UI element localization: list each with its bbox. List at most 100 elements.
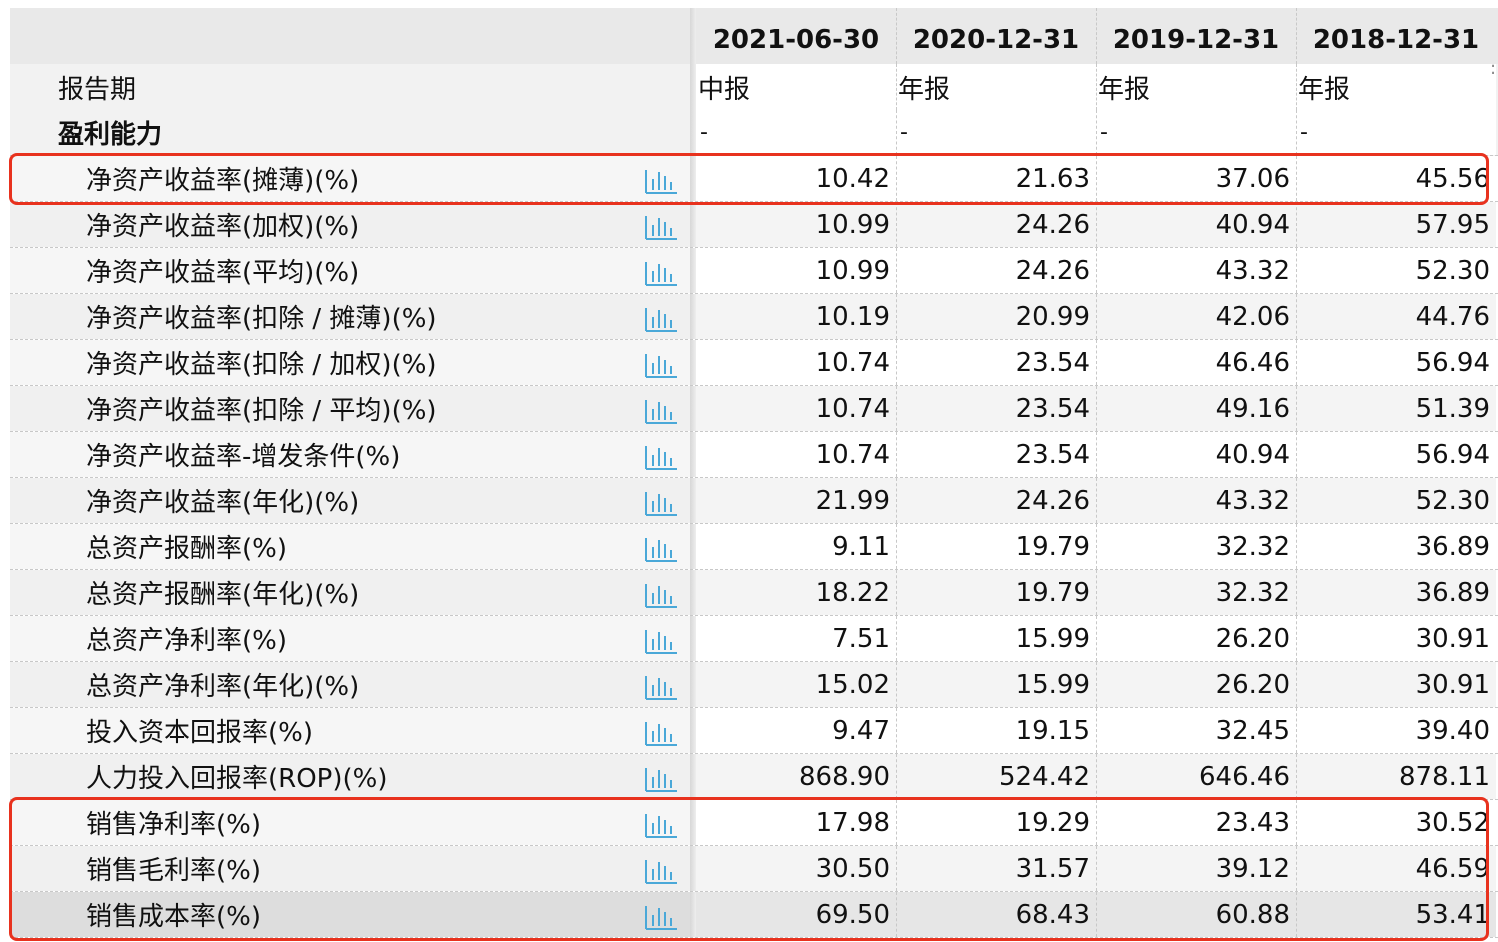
row-label-cell: 总资产净利率(年化)(%): [10, 662, 690, 707]
bar-chart-icon[interactable]: [644, 259, 678, 287]
bar-chart-icon[interactable]: [644, 167, 678, 195]
value-cell: 10.19: [696, 294, 896, 339]
table-row[interactable]: 总资产净利率(年化)(%) 15.02 15.99 26.20 30.91: [10, 662, 1498, 708]
value-cell: 30.91: [1296, 616, 1496, 661]
value-cell: 646.46: [1096, 754, 1296, 799]
table-row[interactable]: 净资产收益率(扣除 / 摊薄)(%) 10.19 20.99 42.06 44.76: [10, 294, 1498, 340]
value-cell: 23.54: [896, 386, 1096, 431]
column-header-date[interactable]: 2018-12-31: [1296, 8, 1496, 64]
value-cell: 43.32: [1096, 478, 1296, 523]
value-cell: 24.26: [896, 478, 1096, 523]
value-cell: 19.79: [896, 570, 1096, 615]
bar-chart-icon[interactable]: [644, 765, 678, 793]
value-cell: 52.30: [1296, 478, 1496, 523]
table-row[interactable]: 销售毛利率(%) 30.50 31.57 39.12 46.59: [10, 846, 1498, 892]
row-label-cell: 净资产收益率(扣除 / 加权)(%): [10, 340, 690, 385]
report-period-label: 报告期: [58, 74, 137, 105]
table-row[interactable]: 投入资本回报率(%) 9.47 19.15 32.45 39.40: [10, 708, 1498, 754]
value-cell: 24.26: [896, 202, 1096, 247]
row-label-cell: 总资产报酬率(年化)(%): [10, 570, 690, 615]
value-cell: 42.06: [1096, 294, 1296, 339]
row-label: 净资产收益率-增发条件(%): [86, 442, 401, 472]
value-cell: 53.41: [1296, 892, 1496, 937]
value-cell: 23.54: [896, 340, 1096, 385]
row-label-cell: 净资产收益率(年化)(%): [10, 478, 690, 523]
bar-chart-icon[interactable]: [644, 627, 678, 655]
table-row[interactable]: 销售净利率(%) 17.98 19.29 23.43 30.52: [10, 800, 1498, 846]
value-cell: 60.88: [1096, 892, 1296, 937]
bar-chart-icon[interactable]: [644, 811, 678, 839]
value-cell: 10.99: [696, 202, 896, 247]
table-row[interactable]: 总资产净利率(%) 7.51 15.99 26.20 30.91: [10, 616, 1498, 662]
bar-chart-icon[interactable]: [644, 213, 678, 241]
value-cell: 868.90: [696, 754, 896, 799]
bar-chart-icon[interactable]: [644, 581, 678, 609]
value-cell: 524.42: [896, 754, 1096, 799]
table-row[interactable]: 净资产收益率(摊薄)(%) 10.42 21.63 37.06 45.56: [10, 156, 1498, 202]
value-cell: 23.54: [896, 432, 1096, 477]
bar-chart-icon[interactable]: [644, 673, 678, 701]
row-label: 净资产收益率(年化)(%): [86, 488, 360, 518]
row-label: 净资产收益率(加权)(%): [86, 212, 360, 242]
value-cell: 19.29: [896, 800, 1096, 845]
column-header-date[interactable]: 2020-12-31: [896, 8, 1096, 64]
row-label-cell: 总资产净利率(%): [10, 616, 690, 661]
row-label-cell: 销售成本率(%): [10, 892, 690, 937]
report-period-type: 年报: [896, 64, 1096, 110]
bar-chart-icon[interactable]: [644, 903, 678, 931]
table-row[interactable]: 净资产收益率-增发条件(%) 10.74 23.54 40.94 56.94: [10, 432, 1498, 478]
row-label: 净资产收益率(扣除 / 摊薄)(%): [86, 304, 437, 334]
value-cell: 15.02: [696, 662, 896, 707]
bar-chart-icon[interactable]: [644, 489, 678, 517]
bar-chart-icon[interactable]: [644, 397, 678, 425]
value-cell: 30.50: [696, 846, 896, 891]
table-row[interactable]: 总资产报酬率(%) 9.11 19.79 32.32 36.89: [10, 524, 1498, 570]
row-label-cell: 净资产收益率(加权)(%): [10, 202, 690, 247]
table-row[interactable]: 净资产收益率(年化)(%) 21.99 24.26 43.32 52.30: [10, 478, 1498, 524]
section-placeholder: -: [1096, 110, 1296, 155]
value-cell: 18.22: [696, 570, 896, 615]
column-header-date[interactable]: 2021-06-30: [696, 8, 896, 64]
row-label-cell: 净资产收益率(摊薄)(%): [10, 156, 690, 201]
table-row[interactable]: 净资产收益率(加权)(%) 10.99 24.26 40.94 57.95: [10, 202, 1498, 248]
value-cell: 56.94: [1296, 340, 1496, 385]
table-row[interactable]: 净资产收益率(扣除 / 平均)(%) 10.74 23.54 49.16 51.39: [10, 386, 1498, 432]
table-row[interactable]: 净资产收益率(平均)(%) 10.99 24.26 43.32 52.30: [10, 248, 1498, 294]
table-row[interactable]: 总资产报酬率(年化)(%) 18.22 19.79 32.32 36.89: [10, 570, 1498, 616]
value-cell: 24.26: [896, 248, 1096, 293]
value-cell: 52.30: [1296, 248, 1496, 293]
value-cell: 43.32: [1096, 248, 1296, 293]
row-label-cell: 净资产收益率(扣除 / 平均)(%): [10, 386, 690, 431]
value-cell: 37.06: [1096, 156, 1296, 201]
section-placeholder: -: [696, 110, 896, 155]
value-cell: 15.99: [896, 662, 1096, 707]
row-label-cell: 销售毛利率(%): [10, 846, 690, 891]
value-cell: 26.20: [1096, 616, 1296, 661]
value-cell: 20.99: [896, 294, 1096, 339]
table-row[interactable]: 销售成本率(%) 69.50 68.43 60.88 53.41: [10, 892, 1498, 938]
value-cell: 39.12: [1096, 846, 1296, 891]
row-label-cell: 总资产报酬率(%): [10, 524, 690, 569]
report-period-row: 报告期 中报 年报 年报 年报: [10, 64, 1498, 110]
table-row[interactable]: 净资产收益率(扣除 / 加权)(%) 10.74 23.54 46.46 56.94: [10, 340, 1498, 386]
value-cell: 36.89: [1296, 570, 1496, 615]
bar-chart-icon[interactable]: [644, 351, 678, 379]
bar-chart-icon[interactable]: [644, 719, 678, 747]
value-cell: 878.11: [1296, 754, 1496, 799]
bar-chart-icon[interactable]: [644, 443, 678, 471]
section-placeholder: -: [896, 110, 1096, 155]
bar-chart-icon[interactable]: [644, 535, 678, 563]
value-cell: 9.47: [696, 708, 896, 753]
value-cell: 19.79: [896, 524, 1096, 569]
bar-chart-icon[interactable]: [644, 857, 678, 885]
value-cell: 10.42: [696, 156, 896, 201]
row-label: 总资产报酬率(年化)(%): [86, 580, 360, 610]
column-header-date[interactable]: 2019-12-31: [1096, 8, 1296, 64]
row-label: 净资产收益率(扣除 / 平均)(%): [86, 396, 437, 426]
value-cell: 45.56: [1296, 156, 1496, 201]
table-row[interactable]: 人力投入回报率(ROP)(%) 868.90 524.42 646.46 878.11: [10, 754, 1498, 800]
row-label: 销售毛利率(%): [86, 856, 261, 886]
value-cell: 10.74: [696, 340, 896, 385]
bar-chart-icon[interactable]: [644, 305, 678, 333]
value-cell: 36.89: [1296, 524, 1496, 569]
